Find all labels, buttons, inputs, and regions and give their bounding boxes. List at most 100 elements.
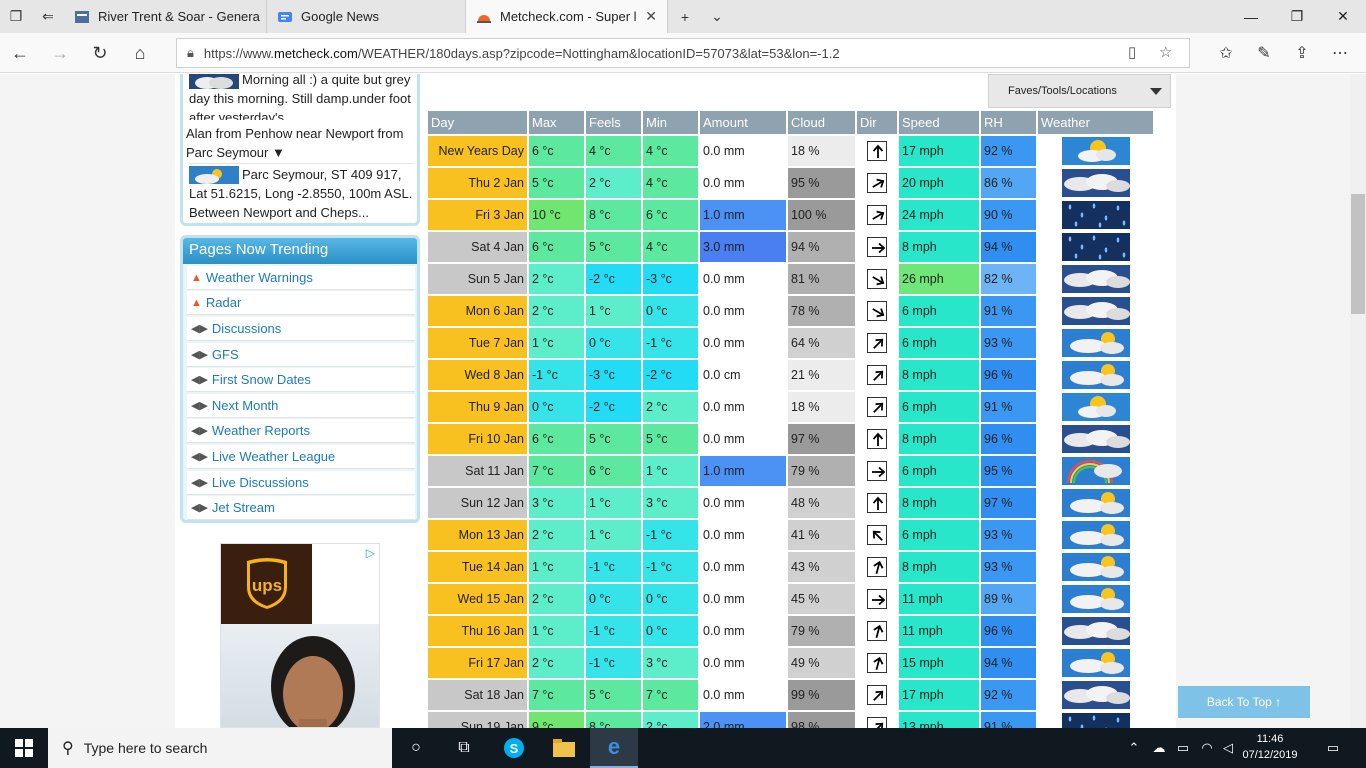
tab-list-chevron-icon[interactable]: ⌄ <box>701 0 733 33</box>
new-tab-icon[interactable]: + <box>669 0 701 33</box>
trending-item-first-snow-dates[interactable]: ◀▶ First Snow Dates <box>187 368 415 392</box>
cloud-cell: 100 % <box>788 200 855 230</box>
back-arrow-icon[interactable]: ← <box>0 33 40 73</box>
reading-view-icon[interactable]: ▯ <box>1128 43 1136 61</box>
left-right-arrows-icon: ◀▶ <box>191 400 208 412</box>
set-aside-tabs-icon[interactable]: ⇐ <box>32 0 64 33</box>
page-scrollbar[interactable] <box>1350 74 1366 728</box>
taskbar-clock[interactable]: 11:46 07/12/2019 <box>1238 731 1302 763</box>
show-hidden-icons-chevron-icon[interactable]: ⌃ <box>1124 728 1144 768</box>
forward-arrow-icon[interactable]: → <box>40 33 80 73</box>
favorite-star-icon[interactable]: ☆ <box>1159 43 1172 61</box>
max-temp-cell: 2 °c <box>529 584 584 614</box>
up-triangle-icon: ▲ <box>191 296 202 309</box>
tab-google-news[interactable]: Google News <box>267 0 466 33</box>
close-tab-icon[interactable]: ✕ <box>645 8 657 25</box>
wind-arrow-icon <box>867 269 887 289</box>
cortana-icon[interactable]: ○ <box>392 728 440 768</box>
tab-actions-icon[interactable]: ❐ <box>0 0 32 33</box>
file-explorer-icon[interactable] <box>540 728 588 768</box>
trending-item-weather-warnings[interactable]: ▲ Weather Warnings <box>187 266 415 290</box>
advertisement[interactable]: ups ▷ <box>220 543 380 728</box>
feels-temp-cell: -1 °c <box>586 616 641 646</box>
humidity-cell: 92 % <box>981 680 1036 710</box>
trending-item-next-month[interactable]: ◀▶ Next Month <box>187 394 415 418</box>
comment-item[interactable]: Morning all :) a quite but grey day this… <box>189 74 415 120</box>
favorites-hub-icon[interactable]: ✩ <box>1208 33 1244 73</box>
tab-metcheck[interactable]: Metcheck.com - Super l ✕ <box>466 0 668 33</box>
left-right-arrows-icon: ◀▶ <box>191 477 208 489</box>
wind-arrow-icon <box>867 589 887 609</box>
col-day: Day <box>428 111 527 134</box>
trending-item-live-discussions[interactable]: ◀▶ Live Discussions <box>187 471 415 495</box>
adchoices-icon[interactable]: ▷ <box>366 546 375 560</box>
trending-item-weather-reports[interactable]: ◀▶ Weather Reports <box>187 419 415 443</box>
table-row: Sat 18 Jan 7 °c 5 °c 7 °c 0.0 mm 99 % 17 mph 92… <box>428 680 1153 710</box>
humidity-cell: 94 % <box>981 648 1036 678</box>
max-temp-cell: 2 °c <box>529 296 584 326</box>
wind-speed-cell: 6 mph <box>899 456 979 486</box>
pen-notes-icon[interactable]: ✎ <box>1246 33 1282 73</box>
trending-item-live-weather-league[interactable]: ◀▶ Live Weather League <box>187 445 415 469</box>
windows-start-icon[interactable] <box>0 728 48 768</box>
skype-icon[interactable]: S <box>490 728 538 768</box>
home-icon[interactable]: ⌂ <box>120 33 160 73</box>
left-right-arrows-icon: ◀▶ <box>191 425 208 437</box>
trending-item-jet-stream[interactable]: ◀▶ Jet Stream <box>187 496 415 520</box>
feels-temp-cell: 1 °c <box>586 520 641 550</box>
forecast-rows: New Years Day 6 °c 4 °c 4 °c 0.0 mm 18 % 17 mp… <box>428 136 1153 728</box>
wind-direction-cell <box>857 232 897 262</box>
humidity-cell: 93 % <box>981 552 1036 582</box>
day-cell: Sun 5 Jan <box>428 264 527 294</box>
lock-icon: 🔒︎ <box>187 45 194 60</box>
tab-river-trent[interactable]: River Trent & Soar - Genera <box>64 0 267 33</box>
cloud-cell: 81 % <box>788 264 855 294</box>
wind-arrow-icon <box>867 717 887 728</box>
close-window-icon[interactable]: ✕ <box>1320 0 1366 33</box>
wind-speed-cell: 6 mph <box>899 392 979 422</box>
more-options-icon[interactable]: ⋯ <box>1322 33 1358 73</box>
comment-item[interactable]: Parc Seymour, ST 409 917, Lat 51.6215, L… <box>189 163 415 221</box>
feels-temp-cell: -2 °c <box>586 264 641 294</box>
faves-tools-locations-dropdown[interactable]: Faves/Tools/Locations <box>988 74 1171 108</box>
refresh-icon[interactable]: ↻ <box>80 33 120 73</box>
volume-icon[interactable]: ◁ <box>1218 728 1238 768</box>
weather-cloud-sun-icon <box>1061 361 1130 389</box>
back-to-top-button[interactable]: Back To Top ↑ <box>1178 686 1310 718</box>
wifi-icon[interactable]: ◠ <box>1196 728 1218 768</box>
task-view-icon[interactable]: ⧉ <box>440 728 488 768</box>
table-row: Thu 16 Jan 1 °c -1 °c 0 °c 0.0 mm 79 % 11 mph 9… <box>428 616 1153 646</box>
action-center-icon[interactable]: ▭ <box>1316 728 1350 768</box>
trending-item-discussions[interactable]: ◀▶ Discussions <box>187 317 415 341</box>
feels-temp-cell: 8 °c <box>586 200 641 230</box>
weather-cell <box>1038 200 1153 230</box>
comment-author[interactable]: Alan from Penhow near Newport from Parc … <box>186 124 412 162</box>
minimize-icon[interactable]: — <box>1228 0 1274 33</box>
taskbar-search-box[interactable]: ⚲ Type here to search <box>48 728 392 768</box>
trending-title: Pages Now Trending <box>183 238 417 264</box>
weather-cell <box>1038 616 1153 646</box>
edge-taskbar-icon[interactable]: e <box>590 728 638 768</box>
sun-cloud-thumbnail-icon <box>189 166 239 184</box>
weather-cell <box>1038 232 1153 262</box>
restore-icon[interactable]: ❐ <box>1274 0 1320 33</box>
recent-comments-box: Morning all :) a quite but grey day this… <box>180 74 420 226</box>
weather-cloud-icon <box>1061 297 1130 325</box>
wind-speed-cell: 8 mph <box>899 360 979 390</box>
day-cell: Sun 19 Jan <box>428 712 527 728</box>
table-row: Sat 4 Jan 6 °c 5 °c 4 °c 3.0 mm 94 % 8 mph 94 % <box>428 232 1153 262</box>
address-field[interactable]: 🔒︎ https://www. metcheck.com/WEATHER/180d… <box>176 38 1190 68</box>
cloud-cell: 21 % <box>788 360 855 390</box>
feels-temp-cell: 6 °c <box>586 456 641 486</box>
trending-item-gfs[interactable]: ◀▶ GFS <box>187 343 415 367</box>
scrollbar-thumb[interactable] <box>1351 194 1365 314</box>
share-icon[interactable]: ⇪ <box>1284 33 1320 73</box>
onedrive-cloud-icon[interactable]: ☁ <box>1148 728 1170 768</box>
humidity-cell: 90 % <box>981 200 1036 230</box>
wind-direction-cell <box>857 520 897 550</box>
day-cell: Tue 14 Jan <box>428 552 527 582</box>
battery-icon[interactable]: ▭ <box>1172 728 1194 768</box>
humidity-cell: 91 % <box>981 712 1036 728</box>
trending-item-radar[interactable]: ▲ Radar <box>187 291 415 315</box>
wind-direction-cell <box>857 296 897 326</box>
